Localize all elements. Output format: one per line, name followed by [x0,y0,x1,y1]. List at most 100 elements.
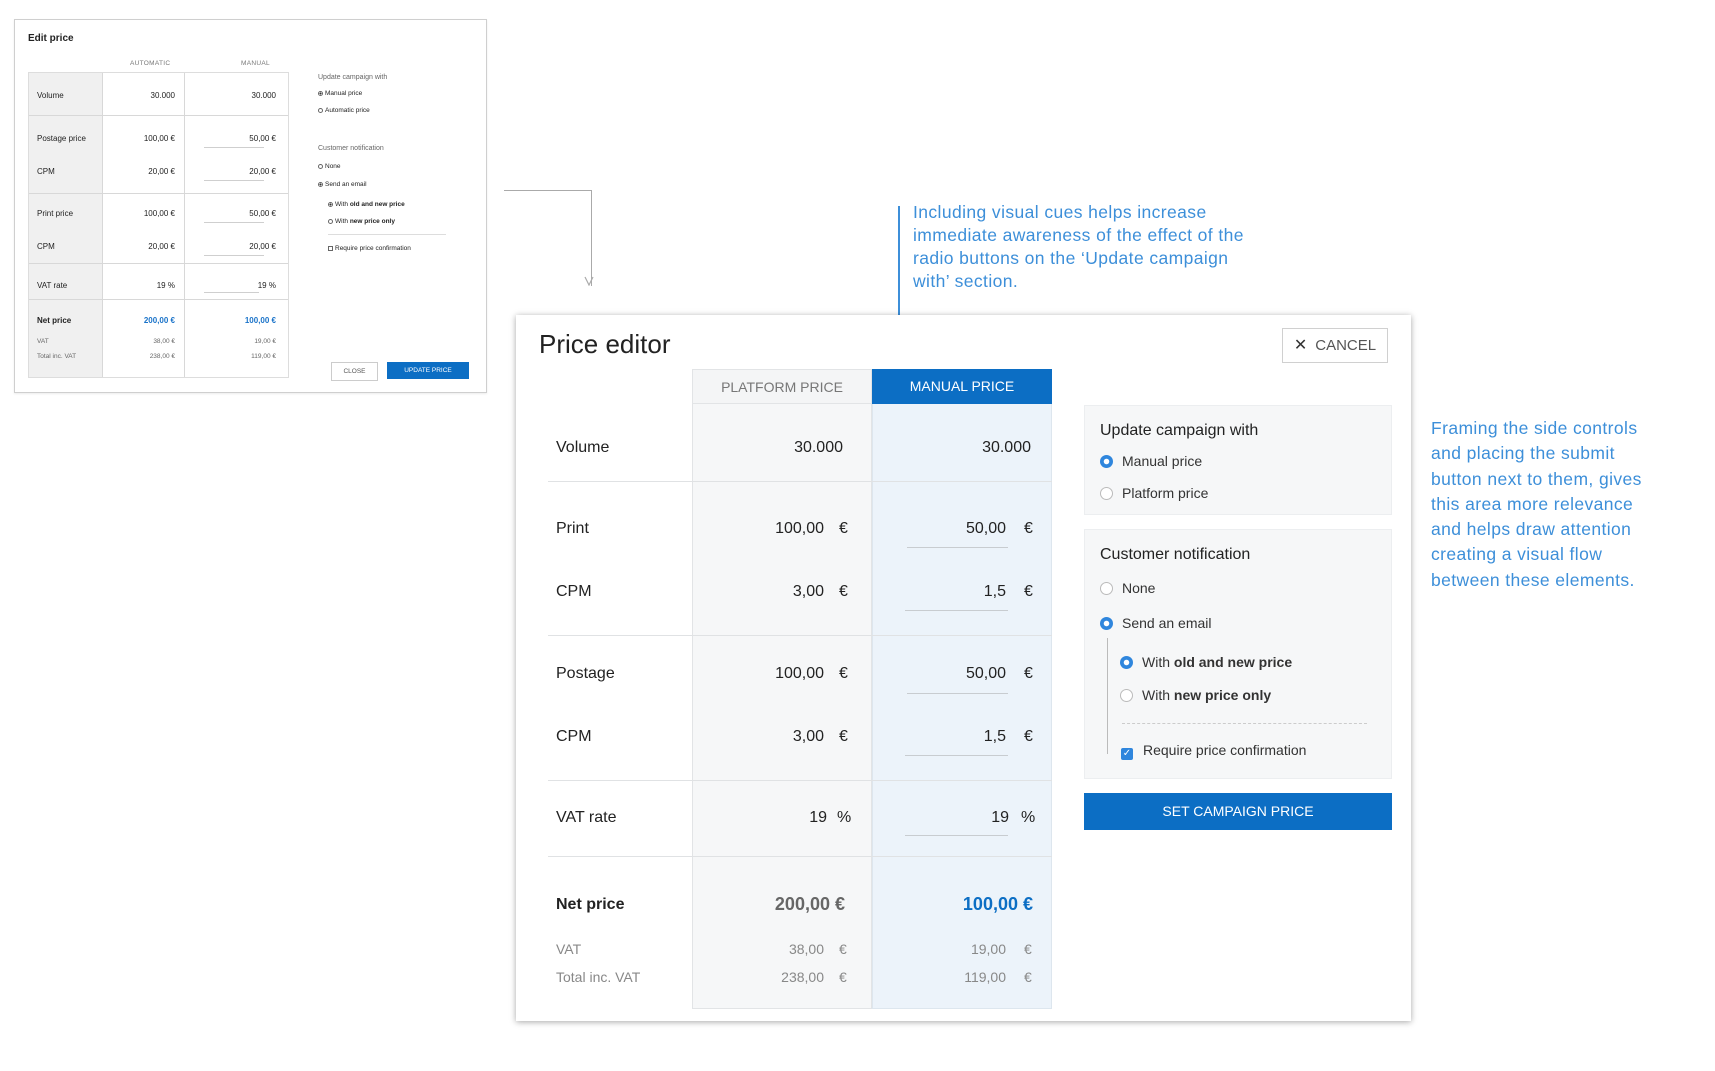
old-auto-vat-unit: % [167,281,175,290]
old-label-postage: Postage price [37,134,86,143]
checkbox-require-price-confirmation[interactable]: ✓ Require price confirmation [1121,742,1306,760]
platform-vat: 38,00 [788,941,824,957]
price-editor-dialog: Price editor ✕ CANCEL PLATFORM PRICE MANU… [516,315,1411,1021]
old-auto-vat: 38,00 € [153,338,175,345]
label-total-inc-vat: Total inc. VAT [556,969,641,985]
old-label-print-cpm: CPM [37,242,55,251]
old-manual-vat-rate-input[interactable]: 19 [258,281,267,290]
old-manual-print-cpm-input[interactable]: 20,00 € [249,242,276,251]
radio-icon [1120,689,1133,702]
old-auto-postage-cpm: 20,00 € [148,167,175,176]
manual-vat-rate-input[interactable]: 19 [991,809,1009,827]
label-net-price: Net price [556,896,625,913]
old-manual-volume: 30.000 [251,91,276,100]
radio-selected-icon [318,181,323,187]
radio-with-old-and-new-price[interactable]: With old and new price [1120,654,1292,670]
old-manual-net: 100,00 € [244,316,276,325]
label-volume: Volume [556,439,610,456]
tab-manual-price[interactable]: MANUAL PRICE [872,369,1052,404]
old-label-print: Print price [37,209,74,218]
radio-platform-price[interactable]: Platform price [1100,485,1208,501]
old-checkbox-require-confirmation[interactable]: Require price confirmation [328,245,411,252]
annotation-right: Framing the side controls and placing th… [1431,418,1642,590]
arrow-down-icon [584,276,594,286]
connector-line [591,190,592,286]
radio-icon [318,107,323,113]
radio-selected-icon [1100,617,1113,630]
platform-volume: 30.000 [794,439,843,456]
close-icon: ✕ [1293,337,1308,354]
old-notification-heading: Customer notification [318,145,384,152]
tab-platform-price[interactable]: PLATFORM PRICE [692,369,872,404]
old-radio-send-email[interactable]: Send an email [318,181,367,188]
old-manual-print-input[interactable]: 50,00 € [249,209,276,218]
customer-notification-heading: Customer notification [1100,546,1251,563]
old-update-price-button[interactable]: UPDATE PRICE [387,362,469,379]
old-manual-vat-unit: % [268,281,276,290]
old-manual-postage-input[interactable]: 50,00 € [249,134,276,143]
divider [1122,723,1367,724]
radio-icon [318,163,323,169]
platform-vat-rate: 19 [809,809,827,826]
checkmark-icon: ✓ [1121,748,1133,760]
old-radio-with-new-only[interactable]: With new price only [328,218,395,225]
old-radio-manual-price[interactable]: Manual price [318,90,362,97]
radio-send-email[interactable]: Send an email [1100,615,1212,631]
label-postage-cpm: CPM [556,728,592,745]
old-label-volume: Volume [37,91,64,100]
radio-selected-icon [318,90,323,96]
old-radio-with-old-new[interactable]: With old and new price [328,201,405,208]
old-manual-total: 119,00 € [251,353,276,360]
set-campaign-price-button[interactable]: SET CAMPAIGN PRICE [1084,793,1392,830]
old-auto-print: 100,00 € [143,209,175,218]
label-vat: VAT [556,941,582,957]
platform-postage-cpm: 3,00 [792,728,824,745]
old-price-table: Volume 30.000 30.000 Postage price 100,0… [28,72,289,378]
old-col-automatic: AUTOMATIC [130,60,171,67]
old-auto-print-cpm: 20,00 € [148,242,175,251]
old-update-campaign-heading: Update campaign with [318,74,388,81]
manual-postage-cpm-input[interactable]: 1,5 [984,728,1006,746]
old-label-vat-rate: VAT rate [37,281,68,290]
radio-selected-icon [328,201,333,207]
cancel-button[interactable]: ✕ CANCEL [1282,328,1388,363]
old-manual-vat: 19,00 € [254,338,276,345]
old-auto-total: 238,00 € [149,353,175,360]
platform-net-price: 200,00 € [774,894,845,914]
update-campaign-panel: Update campaign with Manual price Platfo… [1084,405,1392,515]
connector-line [504,190,592,191]
checkbox-icon [328,245,333,251]
old-label-vat: VAT [37,338,49,345]
old-edit-price-dialog: Edit price AUTOMATIC MANUAL Volume 30.00… [14,19,487,393]
manual-net-price: 100,00 € [962,894,1033,914]
manual-postage-input[interactable]: 50,00 [966,665,1006,683]
old-label-postage-cpm: CPM [37,167,55,176]
manual-print-cpm-input[interactable]: 1,5 [984,583,1006,601]
manual-total: 119,00 [964,969,1006,985]
old-auto-volume: 30.000 [150,91,175,100]
radio-manual-price[interactable]: Manual price [1100,453,1202,469]
radio-icon [1100,582,1113,595]
radio-none[interactable]: None [1100,580,1155,596]
platform-postage: 100,00 [775,665,824,682]
old-radio-automatic-price[interactable]: Automatic price [318,107,370,114]
update-campaign-heading: Update campaign with [1100,422,1259,439]
platform-print-cpm: 3,00 [792,583,824,600]
old-manual-postage-cpm-input[interactable]: 20,00 € [249,167,276,176]
label-print-cpm: CPM [556,583,592,600]
old-col-manual: MANUAL [241,60,270,67]
annotation-top: Including visual cues helps increase imm… [913,202,1244,291]
old-close-button[interactable]: CLOSE [331,362,378,381]
old-radio-none[interactable]: None [318,163,341,170]
old-label-net: Net price [37,316,72,325]
customer-notification-panel: Customer notification None Send an email… [1084,529,1392,779]
radio-with-new-price-only[interactable]: With new price only [1120,687,1271,703]
manual-print-input[interactable]: 50,00 [966,520,1006,538]
old-auto-net: 200,00 € [143,316,175,325]
dialog-title: Price editor [539,329,671,359]
radio-icon [1100,487,1113,500]
manual-volume: 30.000 [982,439,1031,456]
label-vat-rate: VAT rate [556,809,617,826]
old-auto-postage: 100,00 € [143,134,175,143]
radio-selected-icon [1120,656,1133,669]
